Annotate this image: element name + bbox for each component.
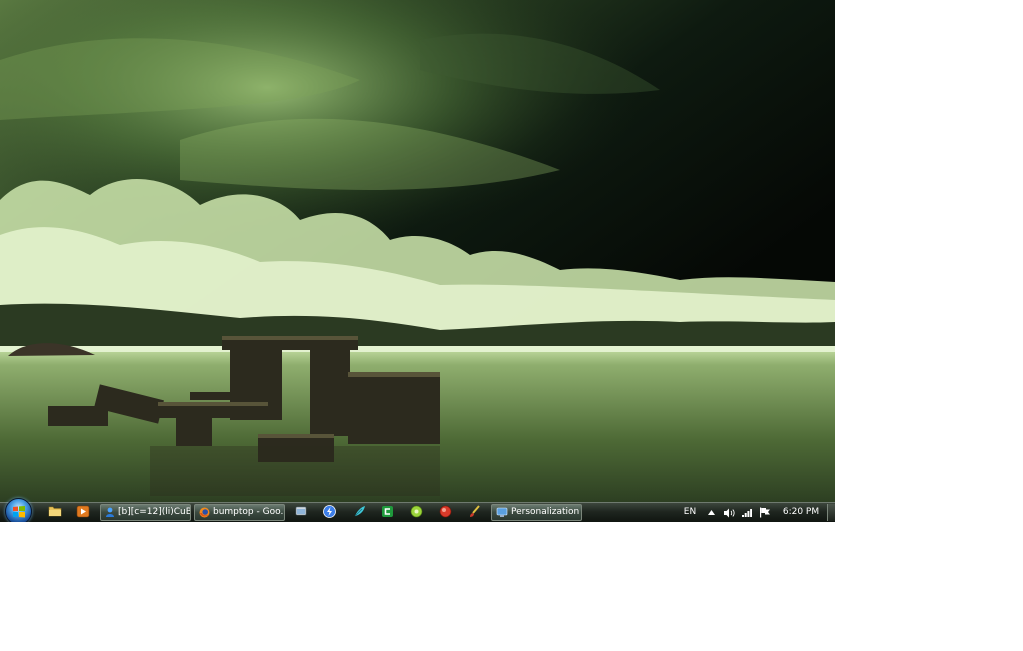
pinned-lime-app[interactable] xyxy=(407,504,425,521)
pinned-feather[interactable] xyxy=(350,504,368,521)
taskbar-button-label: Personalization xyxy=(511,507,580,517)
pinned-thunder[interactable] xyxy=(320,504,338,521)
desktop-wallpaper xyxy=(0,0,835,502)
pinned-brush[interactable] xyxy=(465,504,483,521)
network-status[interactable] xyxy=(740,504,754,521)
pinned-explorer[interactable] xyxy=(292,504,310,521)
taskbar-button-firefox[interactable]: bumptop - Goo... xyxy=(194,504,285,521)
pinned-green-app[interactable] xyxy=(378,504,396,521)
show-desktop-button[interactable] xyxy=(827,504,835,521)
lime-app-icon xyxy=(410,505,422,518)
folder-icon xyxy=(48,506,62,517)
green-app-icon xyxy=(381,506,393,517)
messenger-icon xyxy=(106,507,114,517)
taskbar-button-messenger[interactable]: [b][c=12](li)CuB... xyxy=(100,504,191,521)
taskbar-button-personalization[interactable]: Personalization xyxy=(491,504,582,521)
media-player-icon xyxy=(76,505,90,518)
taskbar-button-label: [b][c=12](li)CuB... xyxy=(118,507,191,517)
clock[interactable]: 6:20 PM xyxy=(780,504,822,521)
speaker-icon xyxy=(723,508,735,518)
flag-icon xyxy=(760,507,770,518)
windows-logo-icon xyxy=(13,506,25,518)
brush-icon xyxy=(469,505,480,517)
taskbar-button-label: bumptop - Goo... xyxy=(213,507,285,517)
desktop[interactable]: [b][c=12](li)CuB... bumptop - Goo... xyxy=(0,0,835,522)
chevron-up-icon xyxy=(707,510,715,515)
signal-bars-icon xyxy=(742,509,752,517)
action-center[interactable] xyxy=(757,504,773,521)
quick-launch-media-player[interactable] xyxy=(74,504,92,521)
volume-control[interactable] xyxy=(721,504,737,521)
language-indicator[interactable]: EN xyxy=(681,504,699,521)
taskbar: [b][c=12](li)CuB... bumptop - Goo... xyxy=(0,498,835,522)
quick-launch-folder[interactable] xyxy=(46,504,64,521)
personalization-icon xyxy=(496,507,508,517)
show-hidden-icons-button[interactable] xyxy=(704,504,718,521)
feather-icon xyxy=(354,506,365,517)
thunder-icon xyxy=(322,505,336,518)
red-app-icon xyxy=(439,505,451,518)
start-button[interactable] xyxy=(5,498,32,522)
pinned-red-app[interactable] xyxy=(436,504,454,521)
explorer-icon xyxy=(295,506,307,516)
firefox-icon xyxy=(199,507,210,518)
